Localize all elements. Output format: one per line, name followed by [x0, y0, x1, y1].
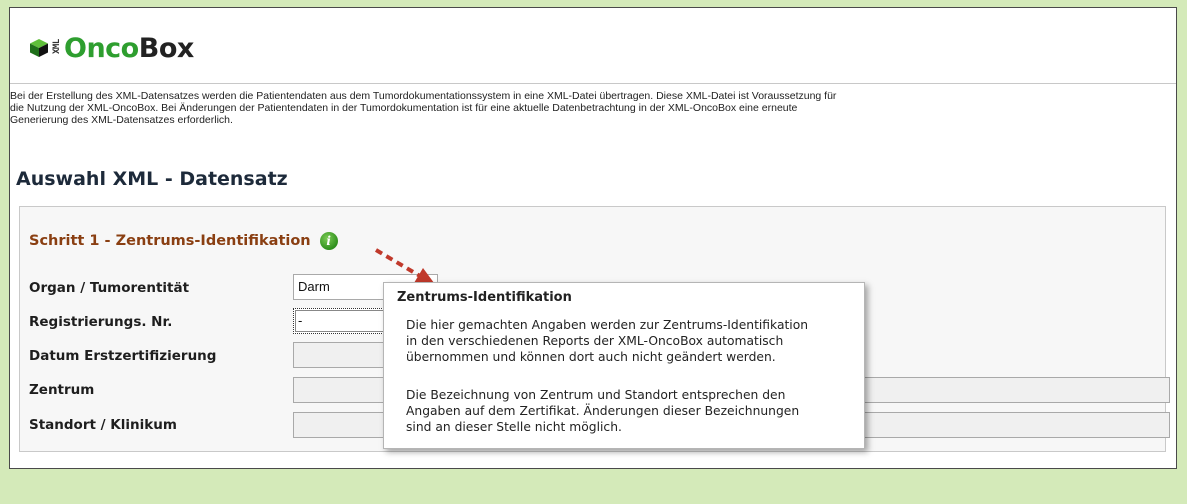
tooltip-p1-line-3: übernommen und können dort auch nicht ge… — [406, 350, 776, 364]
intro-line-1: Bei der Erstellung des XML-Datensatzes w… — [10, 90, 837, 102]
logo-xml-text: XML — [52, 39, 62, 54]
datum-label: Datum Erstzertifizierung — [29, 348, 217, 364]
xml-oncobox-logo[interactable]: XML Onco Box — [29, 30, 194, 66]
intro-line-3: Generierung des XML-Datensatzes erforder… — [10, 114, 233, 126]
tooltip-paragraph-1: Die hier gemachten Angaben werden zur Ze… — [406, 317, 858, 365]
logo-box-text: Box — [138, 32, 195, 64]
tooltip-title: Zentrums-Identifikation — [397, 290, 572, 305]
tooltip-paragraph-2: Die Bezeichnung von Zentrum und Standort… — [406, 387, 858, 435]
step-title-text: Schritt 1 - Zentrums-Identifikation — [29, 233, 311, 249]
cube-icon — [30, 39, 48, 57]
intro-line-2: die Nutzung der XML-OncoBox. Bei Änderun… — [10, 102, 798, 114]
organ-label: Organ / Tumorentität — [29, 280, 190, 296]
tooltip-p1-line-2: in den verschiedenen Reports der XML-Onc… — [406, 334, 784, 348]
zentrum-label: Zentrum — [29, 382, 95, 398]
tooltip-p2-line-1: Die Bezeichnung von Zentrum und Standort… — [406, 388, 786, 402]
header-bar: XML Onco Box — [10, 8, 1176, 84]
intro-text: Bei der Erstellung des XML-Datensatzes w… — [10, 90, 1100, 126]
info-tooltip: Zentrums-Identifikation Die hier gemacht… — [383, 282, 865, 449]
info-icon[interactable]: i — [319, 232, 338, 250]
tooltip-p2-line-3: sind an dieser Stelle nicht möglich. — [406, 420, 622, 434]
step-title: Schritt 1 - Zentrums-Identifikation i — [29, 232, 338, 250]
page-title: Auswahl XML - Datensatz — [16, 168, 288, 190]
logo-onco-text: Onco — [64, 32, 139, 64]
tooltip-p1-line-1: Die hier gemachten Angaben werden zur Ze… — [406, 318, 809, 332]
registrierung-label: Registrierungs. Nr. — [29, 314, 173, 330]
standort-label: Standort / Klinikum — [29, 417, 177, 433]
tooltip-p2-line-2: Angaben auf dem Zertifikat. Änderungen d… — [406, 404, 800, 418]
